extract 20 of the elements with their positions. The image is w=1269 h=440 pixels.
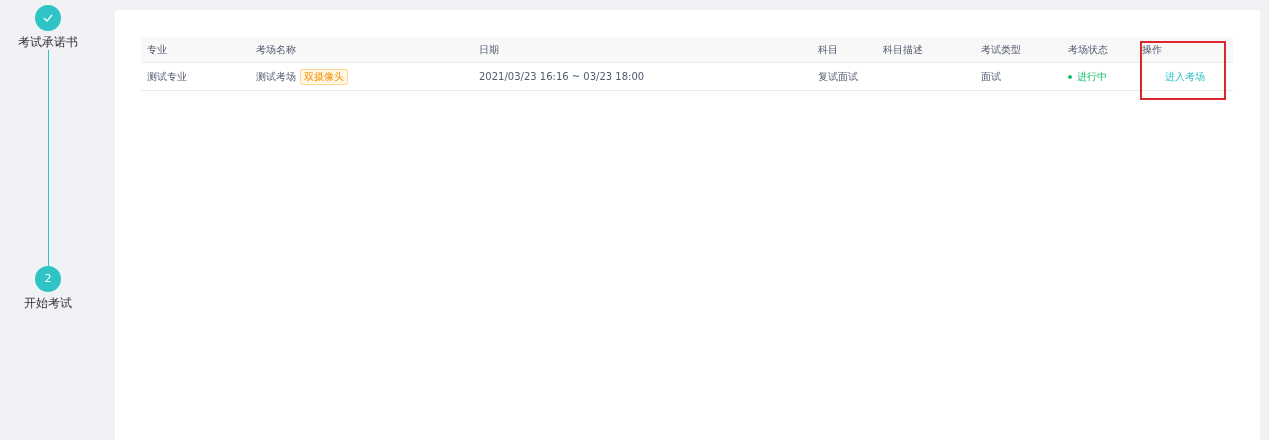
- enter-room-link[interactable]: 进入考场: [1164, 69, 1205, 84]
- column-header: 考试类型: [980, 43, 1022, 57]
- column-header: 考场状态: [1067, 43, 1109, 57]
- column-header: 操作: [1141, 43, 1163, 57]
- table-cell-text: 面试: [980, 70, 1002, 84]
- step-number: 2: [44, 270, 52, 287]
- table-cell-text: 测试专业: [146, 70, 188, 84]
- status-text: 进行中: [1077, 70, 1107, 84]
- column-header: 科目: [817, 43, 839, 57]
- table-cell-text: 复试面试: [817, 70, 859, 84]
- column-header: 日期: [478, 43, 500, 57]
- column-header: 专业: [146, 43, 168, 57]
- table-cell-text: 2021/03/23 16:16 ~ 03/23 18:00: [478, 70, 646, 84]
- column-header: 考场名称: [255, 43, 297, 57]
- step-label: 开始考试: [24, 295, 72, 311]
- table-cell-text: 测试考场: [256, 70, 296, 84]
- column-header: 科目描述: [882, 43, 924, 57]
- step-label: 考试承诺书: [18, 34, 78, 50]
- check-icon: [43, 14, 53, 22]
- camera-tag: 双摄像头: [300, 68, 348, 85]
